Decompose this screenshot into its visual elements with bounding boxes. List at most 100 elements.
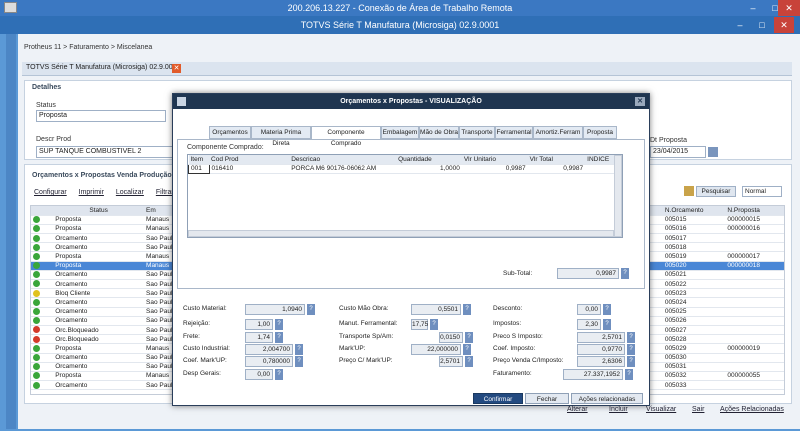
- minimize-icon[interactable]: –: [742, 0, 764, 16]
- status-dot: [31, 215, 54, 225]
- help-icon[interactable]: ?: [275, 369, 283, 380]
- localizar-link[interactable]: Localizar: [116, 189, 144, 196]
- help-icon[interactable]: ?: [463, 304, 471, 315]
- col-norcamento[interactable]: N.Orcamento: [662, 206, 726, 216]
- help-icon[interactable]: ?: [295, 344, 303, 355]
- row-status: Proposta: [53, 215, 145, 225]
- row-nprop: 000000017: [725, 251, 784, 262]
- status-icon: [33, 344, 40, 352]
- tab-label[interactable]: TOTVS Série T Manufatura (Microsiga) 02.…: [26, 64, 180, 71]
- sidebar-collapse[interactable]: [6, 34, 16, 429]
- app-restore-icon[interactable]: □: [752, 17, 772, 33]
- calendar-icon[interactable]: [708, 147, 718, 157]
- col-status[interactable]: Status: [53, 206, 145, 216]
- vertical-scrollbar[interactable]: [614, 155, 622, 237]
- fechar-button[interactable]: Fechar: [525, 393, 569, 404]
- row-nprop: 000000019: [725, 343, 784, 354]
- col-nproposta[interactable]: N.Proposta: [725, 206, 784, 216]
- app-close-icon[interactable]: ✕: [774, 17, 794, 33]
- row-norc: 005024: [662, 297, 726, 308]
- incluir-link[interactable]: Incluir: [609, 406, 628, 413]
- dt-proposta-field[interactable]: 23/04/2015: [650, 146, 706, 158]
- visualizacao-dialog: Orçamentos x Propostas - VISUALIZAÇÃO ✕ …: [172, 93, 650, 406]
- faturamento-label: Faturamento:: [493, 370, 532, 377]
- tab-embalagem[interactable]: Embalagem: [381, 126, 419, 139]
- close-icon[interactable]: ✕: [778, 0, 800, 16]
- list-title: Orçamentos x Propostas Venda Produção: [32, 172, 172, 179]
- acoes-relacionadas-link[interactable]: Ações Relacionadas: [720, 406, 784, 413]
- help-icon[interactable]: ?: [463, 344, 471, 355]
- tab-transporte[interactable]: Transporte: [459, 126, 495, 139]
- col-indice[interactable]: INDICE: [585, 155, 616, 165]
- edit-icon[interactable]: [684, 186, 694, 196]
- row-norc: 005025: [662, 307, 726, 317]
- row-nprop: [725, 288, 784, 299]
- row-nprop: [725, 270, 784, 281]
- tab-amortiz-ferram[interactable]: Amortiz.Ferram: [533, 126, 583, 139]
- col-cod-prod[interactable]: Cod Prod: [209, 155, 290, 165]
- visualizar-link[interactable]: Visualizar: [646, 406, 676, 413]
- help-icon[interactable]: ?: [621, 268, 629, 279]
- help-icon[interactable]: ?: [430, 319, 438, 330]
- tab-ferramental[interactable]: Ferramental: [495, 126, 533, 139]
- row-status: Orcamento: [53, 353, 145, 363]
- col-descricao[interactable]: Descricao: [289, 155, 397, 165]
- table-row[interactable]: 001 016410 PORCA M6 90176-06062 AM 1,000…: [188, 163, 616, 174]
- col-vlr-total[interactable]: Vlr Total: [527, 155, 586, 165]
- app-minimize-icon[interactable]: –: [730, 17, 750, 33]
- dialog-close-icon[interactable]: ✕: [635, 97, 645, 106]
- configurar-link[interactable]: Configurar: [34, 189, 67, 196]
- status-icon: [33, 335, 40, 343]
- row-nprop: [725, 362, 784, 372]
- col-quantidade[interactable]: Quantidade: [396, 155, 462, 165]
- confirmar-button[interactable]: Confirmar: [473, 393, 523, 404]
- row-norc: 005015: [662, 215, 726, 225]
- acoes-relacionadas-button[interactable]: Ações relacionadas: [571, 393, 643, 404]
- tab-mao-de-obra[interactable]: Mão de Obra: [419, 126, 459, 139]
- preco-venda-field: 2,6306: [577, 356, 625, 367]
- row-norc: 005020: [662, 261, 726, 271]
- frete-label: Frete:: [183, 333, 200, 340]
- help-icon[interactable]: ?: [465, 332, 473, 343]
- row-nprop: [725, 242, 784, 253]
- help-icon[interactable]: ?: [603, 319, 611, 330]
- status-icon: [33, 271, 40, 279]
- status-dot: [31, 297, 54, 308]
- help-icon[interactable]: ?: [627, 356, 635, 367]
- tab-componente-comprado[interactable]: Componente Comprado: [311, 126, 381, 147]
- row-norc: 005022: [662, 279, 726, 290]
- status-field[interactable]: Proposta: [36, 110, 166, 122]
- help-icon[interactable]: ?: [627, 332, 635, 343]
- dialog-titlebar: Orçamentos x Propostas - VISUALIZAÇÃO ✕: [173, 94, 649, 109]
- col-item[interactable]: Item: [188, 155, 210, 165]
- alterar-link[interactable]: Alterar: [567, 406, 588, 413]
- horizontal-scrollbar[interactable]: [188, 230, 614, 237]
- row-nprop: [725, 307, 784, 317]
- col-vlr-unitario[interactable]: Vlr Unitario: [461, 155, 528, 165]
- status-icon: [33, 326, 40, 334]
- help-icon[interactable]: ?: [307, 304, 315, 315]
- tab-materia-prima[interactable]: Materia Prima Direta: [251, 126, 311, 147]
- descr-prod-field[interactable]: SUP TANQUE COMBUSTIVEL 2: [36, 146, 176, 158]
- custo-material-label: Custo Material:: [183, 305, 227, 312]
- tab-close-icon[interactable]: ✕: [172, 64, 181, 73]
- row-status: Proposta: [53, 251, 145, 262]
- transporte-field: 0,0150: [439, 332, 463, 343]
- help-icon[interactable]: ?: [275, 319, 283, 330]
- sair-link[interactable]: Sair: [692, 406, 704, 413]
- tab-proposta[interactable]: Proposta: [583, 126, 617, 139]
- status-dot: [31, 380, 54, 391]
- help-icon[interactable]: ?: [275, 332, 283, 343]
- status-dot: [31, 242, 54, 253]
- imprimir-link[interactable]: Imprimir: [79, 189, 104, 196]
- status-icon: [33, 262, 40, 270]
- help-icon[interactable]: ?: [625, 369, 633, 380]
- pesquisar-button[interactable]: Pesquisar: [696, 186, 736, 197]
- tab-orcamentos[interactable]: Orçamentos: [209, 126, 251, 139]
- help-icon[interactable]: ?: [465, 356, 473, 367]
- rejeicao-field: 1,00: [245, 319, 273, 330]
- help-icon[interactable]: ?: [627, 344, 635, 355]
- help-icon[interactable]: ?: [295, 356, 303, 367]
- search-mode-select[interactable]: Normal: [742, 186, 782, 197]
- help-icon[interactable]: ?: [603, 304, 611, 315]
